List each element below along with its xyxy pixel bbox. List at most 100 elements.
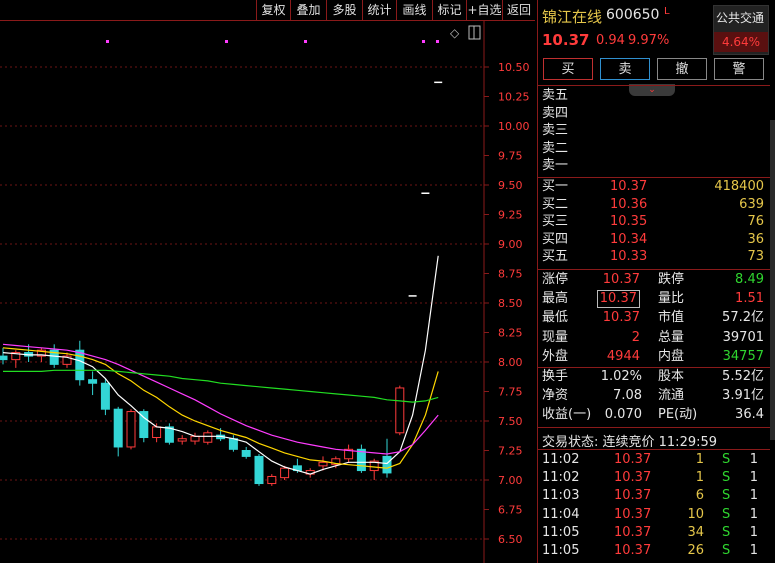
- bid-volume: 76: [747, 214, 764, 230]
- fund-value: 3.91亿: [722, 388, 764, 404]
- candle-body: [113, 408, 123, 448]
- stat-value: 39701: [722, 329, 764, 345]
- fund-label: 净资: [542, 388, 569, 404]
- tick-time: 11:04: [542, 506, 580, 522]
- quote-panel: 锦江在线 600650 L 10.37 0.94 9.97% 公共交通 4.64…: [537, 0, 775, 563]
- price-axis-label: 9.50: [498, 179, 523, 192]
- quote-row: 外盘 4944 内盘 34757: [538, 348, 770, 366]
- stat-value: 57.2亿: [722, 310, 764, 326]
- tick-side: S: [722, 488, 731, 504]
- quote-row: 涨停 10.37 跌停 8.49: [538, 271, 770, 289]
- event-marker: [225, 40, 228, 43]
- fund-value: 0.070: [604, 407, 642, 423]
- tick-count: 1: [749, 524, 758, 540]
- price-change-pct: 9.97%: [628, 33, 670, 48]
- fund-label: PE(动): [658, 407, 698, 423]
- candle-body: [280, 467, 290, 479]
- candle-body: [382, 455, 392, 474]
- bid-row: 买一 10.37 418400: [538, 178, 770, 196]
- tick-price: 10.37: [614, 506, 652, 522]
- bid-row: 买四 10.34 36: [538, 231, 770, 249]
- tick-price: 10.37: [614, 524, 652, 540]
- tick-count: 1: [749, 488, 758, 504]
- stock-name: 锦江在线: [542, 8, 603, 26]
- ask-row: 卖四: [538, 105, 770, 123]
- fund-value: 36.4: [735, 407, 764, 423]
- divider: [538, 449, 770, 450]
- fund-value: 1.02%: [600, 369, 642, 384]
- bid-price: 10.33: [610, 249, 648, 265]
- candle-body: [228, 438, 238, 450]
- stat-label: 量比: [658, 291, 685, 307]
- price-axis-label: 8.50: [498, 297, 523, 310]
- price-axis-label: 9.75: [498, 150, 523, 163]
- candle-body: [88, 379, 98, 384]
- draw-line-button[interactable]: 画线: [396, 0, 432, 20]
- mark-button[interactable]: 标记: [432, 0, 466, 20]
- bid-volume: 73: [747, 249, 764, 265]
- stats-button[interactable]: 统计: [362, 0, 396, 20]
- tick-side: S: [722, 470, 731, 486]
- cancel-order-button[interactable]: 撤: [657, 58, 707, 80]
- quote-row: 最低 10.37 市值 57.2亿: [538, 309, 770, 327]
- kline-chart[interactable]: 10.50 10.25 10.00 9.75 9.50 9.25 9.00 8.75 8.50 8…: [0, 21, 535, 563]
- price-axis-label: 7.75: [498, 386, 523, 399]
- fund-row: 换手 1.02% 股本 5.52亿: [538, 368, 770, 386]
- candle-body: [203, 432, 213, 443]
- stat-value: 8.49: [735, 272, 764, 287]
- ask-row: 卖二: [538, 140, 770, 158]
- candle-body: [254, 455, 264, 485]
- tick-volume: 26: [687, 543, 704, 558]
- buy-button[interactable]: 买: [543, 58, 593, 80]
- fund-label: 换手: [542, 369, 569, 384]
- ask-label: 卖三: [542, 123, 569, 139]
- stat-label: 外盘: [542, 348, 569, 364]
- price-axis-label: 9.00: [498, 238, 523, 251]
- bid-volume: 639: [739, 196, 764, 212]
- quote-row: 最高 10.37 量比 1.51: [538, 290, 770, 309]
- tick-count: 1: [749, 452, 758, 467]
- restore-rights-button[interactable]: 复权: [256, 0, 290, 20]
- trading-status: 交易状态: 连续竞价 11:29:59: [542, 435, 718, 450]
- tick-side: S: [722, 452, 731, 467]
- add-watchlist-button[interactable]: +自选: [466, 0, 502, 20]
- tick-time: 11:02: [542, 470, 580, 486]
- tick-time: 11:03: [542, 488, 580, 504]
- sector-pct: 4.64%: [714, 32, 768, 52]
- stat-label: 内盘: [658, 348, 685, 364]
- tick-time: 11:05: [542, 543, 580, 558]
- scrollbar[interactable]: [770, 120, 775, 440]
- tick-volume: 10: [687, 506, 704, 522]
- candle-body: [126, 411, 136, 448]
- multi-stock-button[interactable]: 多股: [326, 0, 362, 20]
- last-price: 10.37: [542, 31, 590, 49]
- bid-row: 买三 10.35 76: [538, 213, 770, 231]
- back-button[interactable]: 返回: [502, 0, 535, 20]
- bid-volume: 418400: [714, 179, 764, 194]
- stat-label: 最低: [542, 310, 569, 326]
- tick-side: S: [722, 524, 731, 540]
- stat-label: 跌停: [658, 272, 685, 287]
- event-marker: [436, 40, 439, 43]
- chart-toolbar: 复权 叠加 多股 统计 画线 标记 +自选 返回: [0, 0, 535, 21]
- tick-price: 10.37: [614, 488, 652, 504]
- fund-label: 收益(一): [542, 407, 592, 423]
- candle-body: [190, 435, 200, 442]
- bid-price: 10.36: [610, 196, 648, 212]
- tick-price: 10.37: [614, 452, 652, 467]
- fund-label: 流通: [658, 388, 685, 404]
- alert-button[interactable]: 警: [714, 58, 764, 80]
- sell-button[interactable]: 卖: [600, 58, 650, 80]
- bid-label: 买二: [542, 196, 569, 212]
- sector-box[interactable]: 公共交通 4.64%: [713, 5, 769, 55]
- price-axis-label: 9.25: [498, 209, 523, 222]
- candle-body: [395, 387, 405, 434]
- tick-row: 11:02 10.37 1 S 1: [538, 469, 770, 487]
- ma-line-ma10: [2, 347, 439, 469]
- overlay-button[interactable]: 叠加: [290, 0, 326, 20]
- tick-time: 11:05: [542, 524, 580, 540]
- price-axis-label: 7.00: [498, 474, 523, 487]
- price-axis-label: 10.25: [498, 91, 530, 104]
- bid-price: 10.37: [610, 179, 648, 194]
- tick-volume: 34: [687, 524, 704, 540]
